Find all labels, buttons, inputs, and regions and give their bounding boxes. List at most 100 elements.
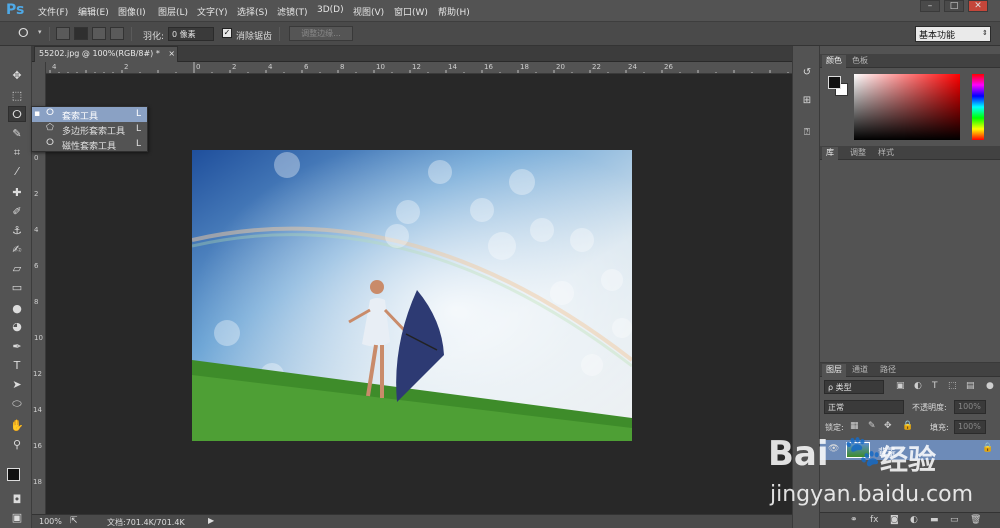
menu-file[interactable]: 文件(F) bbox=[38, 5, 68, 18]
tab-channels[interactable]: 通道 bbox=[848, 364, 872, 377]
foreground-color-swatch[interactable] bbox=[7, 468, 20, 481]
filter-toggle-icon[interactable]: ● bbox=[986, 381, 994, 391]
properties-panel-icon[interactable]: ⊞ bbox=[797, 92, 817, 110]
zoom-tool-icon[interactable]: ⚲ bbox=[8, 437, 26, 453]
close-window-button[interactable]: ✕ bbox=[968, 0, 988, 12]
lock-image-icon[interactable]: ✎ bbox=[868, 421, 876, 431]
history-panel-icon[interactable]: ↺ bbox=[797, 64, 817, 82]
opacity-input[interactable]: 100% bbox=[954, 400, 986, 414]
opacity-label: 不透明度: bbox=[912, 403, 947, 412]
menu-edit[interactable]: 编辑(E) bbox=[78, 5, 109, 18]
tab-layers[interactable]: 图层 bbox=[822, 364, 846, 377]
menu-3d[interactable]: 3D(D) bbox=[317, 5, 344, 15]
watermark-tail: 经验 bbox=[880, 443, 937, 476]
menu-layer[interactable]: 图层(L) bbox=[158, 5, 188, 18]
menu-help[interactable]: 帮助(H) bbox=[438, 5, 470, 18]
eraser-tool-icon[interactable]: ▱ bbox=[8, 261, 26, 277]
tab-adjustments[interactable]: 调整 bbox=[846, 147, 870, 160]
menu-select[interactable]: 选择(S) bbox=[237, 5, 268, 18]
layer-filter-select[interactable]: ρ 类型 bbox=[824, 380, 884, 394]
ruler-label: 4 bbox=[52, 63, 57, 71]
separator bbox=[131, 27, 132, 41]
tab-styles[interactable]: 样式 bbox=[874, 147, 898, 160]
preset-dropdown-arrow-icon[interactable]: ▾ bbox=[38, 28, 42, 36]
quick-mask-icon[interactable]: ◘ bbox=[8, 492, 26, 508]
foreground-swatch[interactable] bbox=[828, 76, 841, 89]
horizontal-ruler[interactable]: 4 2 0 2 4 6 8 10 12 14 16 18 20 22 24 26 bbox=[46, 62, 792, 74]
new-selection-mode-button[interactable] bbox=[56, 27, 70, 40]
menu-type[interactable]: 文字(Y) bbox=[197, 5, 228, 18]
menu-image[interactable]: 图像(I) bbox=[118, 5, 146, 18]
baidu-watermark: Bai 🐾 经验 jingyan.baidu.com bbox=[760, 432, 1000, 528]
path-selection-tool-icon[interactable]: ➤ bbox=[8, 377, 26, 393]
menu-view[interactable]: 视图(V) bbox=[353, 5, 384, 18]
document-canvas-image[interactable] bbox=[192, 150, 632, 441]
lasso-preset-icon[interactable]: ⵔ bbox=[18, 26, 29, 40]
antialias-label: 消除锯齿 bbox=[236, 32, 273, 42]
screen-mode-icon[interactable]: ▣ bbox=[8, 510, 26, 526]
menu-window[interactable]: 窗口(W) bbox=[394, 5, 428, 18]
intersect-selection-mode-button[interactable] bbox=[110, 27, 124, 40]
zoom-level[interactable]: 100% bbox=[39, 517, 62, 526]
gradient-tool-icon[interactable]: ▭ bbox=[8, 280, 26, 296]
lasso-tool-icon[interactable]: ⵔ bbox=[8, 106, 26, 122]
dodge-tool-icon[interactable]: ◕ bbox=[8, 319, 26, 335]
ruler-label: 10 bbox=[376, 63, 385, 71]
filter-adjustment-icon[interactable]: ◐ bbox=[914, 381, 922, 391]
clone-stamp-tool-icon[interactable]: ⚓ bbox=[8, 223, 26, 239]
lasso-icon: ⵔ bbox=[46, 108, 54, 118]
filter-type-icon[interactable]: T bbox=[932, 381, 938, 391]
ruler-label: 0 bbox=[34, 154, 39, 162]
filter-shape-icon[interactable]: ⬚ bbox=[948, 381, 957, 391]
filter-smart-object-icon[interactable]: ▤ bbox=[966, 381, 975, 391]
flyout-item-lasso[interactable]: ▪ ⵔ 套索工具 L bbox=[32, 107, 147, 122]
pen-tool-icon[interactable]: ✒ bbox=[8, 339, 26, 355]
document-size: 文档:701.4K/701.4K bbox=[107, 518, 185, 527]
library-panel-body bbox=[820, 160, 1000, 363]
close-tab-icon[interactable]: × bbox=[168, 49, 175, 58]
antialias-checkbox[interactable]: ✓ bbox=[222, 28, 232, 38]
type-tool-icon[interactable]: T bbox=[8, 358, 26, 374]
menu-filter[interactable]: 滤镜(T) bbox=[277, 5, 308, 18]
lock-position-icon[interactable]: ✥ bbox=[884, 421, 892, 431]
healing-brush-tool-icon[interactable]: ✚ bbox=[8, 185, 26, 201]
eyedropper-tool-icon[interactable]: ⁄ bbox=[8, 164, 26, 180]
lasso-tools-flyout: ▪ ⵔ 套索工具 L ⬠ 多边形套索工具 L ⵔ 磁性套索工具 L bbox=[31, 106, 148, 152]
lock-all-icon[interactable]: 🔒 bbox=[902, 421, 913, 431]
history-brush-tool-icon[interactable]: ✍ bbox=[8, 242, 26, 258]
move-tool-icon[interactable]: ✥ bbox=[8, 68, 26, 84]
minimize-button[interactable]: – bbox=[920, 0, 940, 12]
blur-tool-icon[interactable]: ● bbox=[8, 301, 26, 317]
feather-input[interactable]: 0 像素 bbox=[168, 27, 214, 41]
add-selection-mode-button[interactable] bbox=[74, 27, 88, 40]
tab-swatches[interactable]: 色板 bbox=[848, 55, 872, 68]
blend-mode-select[interactable]: 正常 bbox=[824, 400, 904, 414]
workspace-select[interactable]: 基本功能 bbox=[915, 26, 991, 42]
photoshop-logo: Ps bbox=[6, 2, 25, 18]
ruler-label: 6 bbox=[34, 262, 39, 270]
hue-slider[interactable] bbox=[972, 74, 984, 140]
shape-tool-icon[interactable]: ⬭ bbox=[8, 396, 26, 412]
adjustment-panel-icon[interactable]: ⍰ bbox=[797, 124, 817, 142]
maximize-button[interactable]: □ bbox=[944, 0, 964, 12]
quick-selection-tool-icon[interactable]: ✎ bbox=[8, 126, 26, 142]
crop-tool-icon[interactable]: ⌗ bbox=[8, 145, 26, 161]
hand-tool-icon[interactable]: ✋ bbox=[8, 418, 26, 434]
flyout-item-magnetic-lasso[interactable]: ⵔ 磁性套索工具 L bbox=[32, 137, 147, 152]
subtract-selection-mode-button[interactable] bbox=[92, 27, 106, 40]
brush-tool-icon[interactable]: ✐ bbox=[8, 204, 26, 220]
tab-color[interactable]: 颜色 bbox=[822, 55, 846, 68]
document-tab[interactable]: 55202.jpg @ 100%(RGB/8#) * × bbox=[34, 46, 178, 62]
filter-pixel-icon[interactable]: ▣ bbox=[896, 381, 905, 391]
ruler-label: 22 bbox=[592, 63, 601, 71]
flyout-item-polygonal-lasso[interactable]: ⬠ 多边形套索工具 L bbox=[32, 122, 147, 137]
refine-edge-button[interactable]: 调整边缘... bbox=[289, 26, 353, 41]
marquee-tool-icon[interactable]: ⬚ bbox=[8, 88, 26, 104]
color-field[interactable] bbox=[854, 74, 960, 140]
status-menu-arrow-icon[interactable]: ▶ bbox=[208, 516, 214, 525]
share-icon[interactable]: ⇱ bbox=[70, 516, 78, 526]
menu-bar: Ps 文件(F) 编辑(E) 图像(I) 图层(L) 文字(Y) 选择(S) 滤… bbox=[0, 0, 1000, 22]
tab-library[interactable]: 库 bbox=[822, 147, 838, 160]
tab-paths[interactable]: 路径 bbox=[876, 364, 900, 377]
lock-transparent-icon[interactable]: ▦ bbox=[850, 421, 859, 431]
